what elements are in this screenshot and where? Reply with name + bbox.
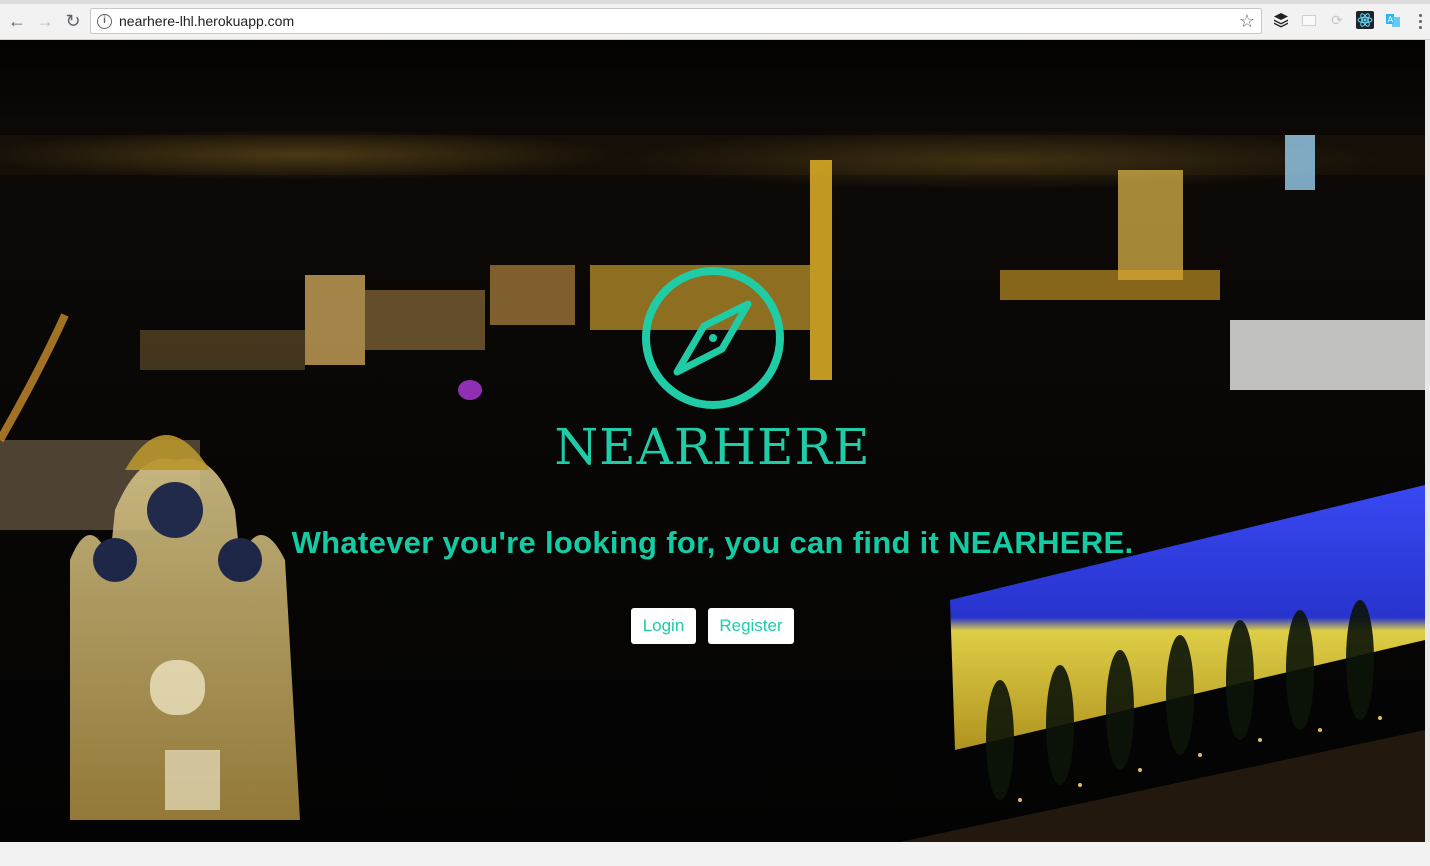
svg-text:A: A — [1388, 15, 1394, 24]
address-url[interactable]: nearhere-lhl.herokuapp.com — [119, 13, 294, 29]
star-icon[interactable]: ☆ — [1239, 11, 1255, 32]
tab-strip — [0, 0, 1430, 4]
address-bar[interactable]: i nearhere-lhl.herokuapp.com ☆ — [90, 8, 1262, 34]
info-icon[interactable]: i — [97, 14, 112, 29]
landing-page: NEARHERE Whatever you're looking for, yo… — [0, 40, 1425, 842]
vertical-scrollbar[interactable] — [1425, 40, 1430, 842]
back-icon[interactable]: ← — [6, 10, 28, 32]
compass-logo-icon — [642, 267, 784, 409]
page-bottom-strip — [0, 842, 1430, 866]
reload-icon[interactable]: ↻ — [62, 10, 84, 32]
buffer-extension-icon[interactable] — [1272, 11, 1290, 29]
translate-extension-icon[interactable]: A — [1384, 11, 1402, 29]
menu-icon[interactable] — [1414, 10, 1426, 32]
forward-icon[interactable]: → — [34, 10, 56, 32]
blank-extension-icon[interactable] — [1300, 11, 1318, 29]
refresh-extension-icon[interactable]: ⟳ — [1328, 11, 1346, 29]
hero-tagline: Whatever you're looking for, you can fin… — [291, 525, 1134, 560]
login-button[interactable]: Login — [631, 608, 696, 644]
register-button[interactable]: Register — [708, 608, 794, 644]
browser-toolbar: ← → ↻ i nearhere-lhl.herokuapp.com ☆ ⟳ A — [0, 0, 1430, 40]
react-devtools-icon[interactable] — [1356, 11, 1374, 29]
brand-name: NEARHERE — [554, 418, 871, 476]
